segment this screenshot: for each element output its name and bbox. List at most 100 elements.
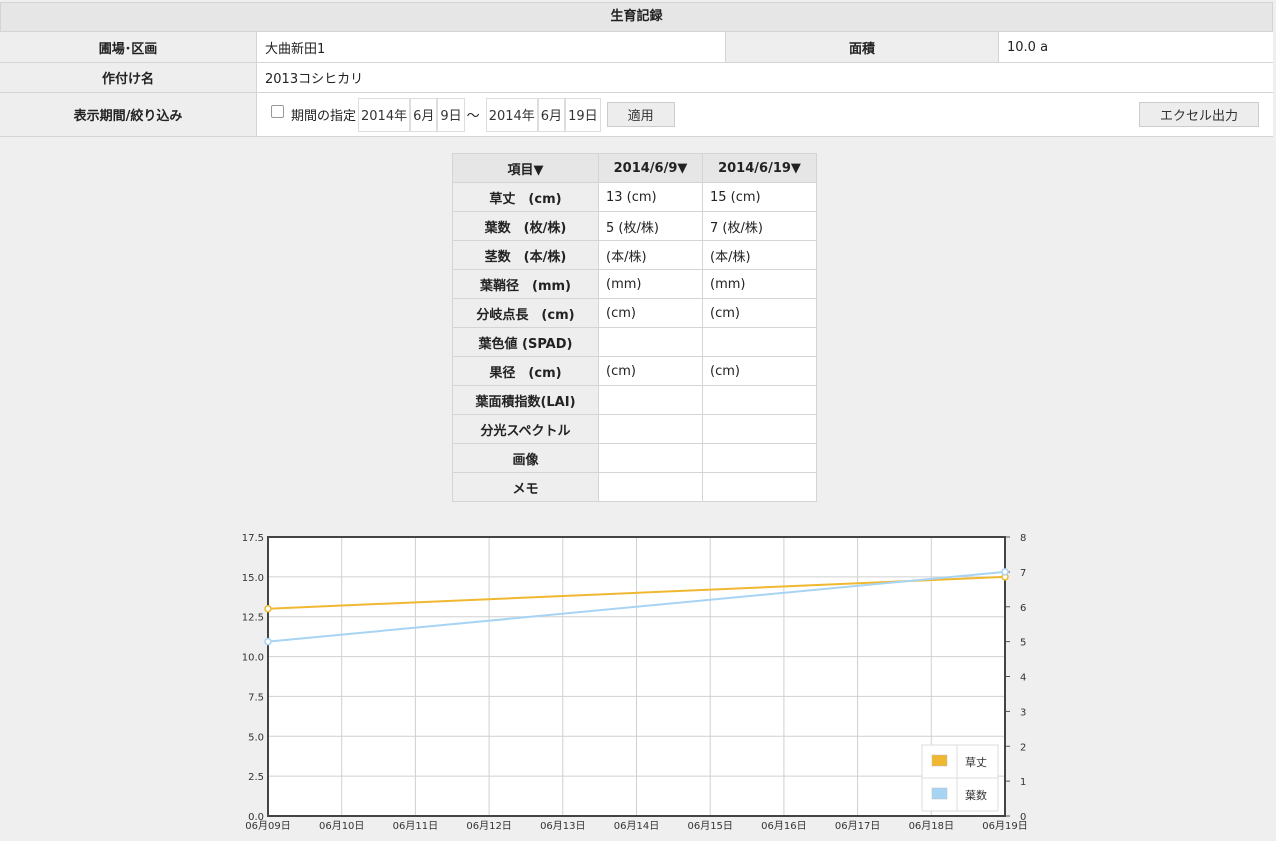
x-tick-label: 06月17日 [835,820,880,832]
x-tick-label: 06月14日 [614,820,659,832]
y-left-tick-label: 15.0 [242,573,264,584]
table-row: 分光スペクトル [452,414,817,444]
end-day-select[interactable]: 19日 [565,97,601,132]
y-right-tick-label: 3 [1020,707,1026,718]
y-left-tick-label: 7.5 [248,692,264,703]
table-row: メモ [452,472,817,502]
period-checkbox-label: 期間の指定 [291,109,357,124]
start-month-select[interactable]: 6月 [410,97,438,132]
row-value: (cm) [702,356,817,386]
row-value: (cm) [702,298,817,328]
y-right-tick-label: 4 [1020,673,1026,684]
table-row: 果径 (cm) (cm) (cm) [452,356,817,386]
x-tick-label: 06月16日 [761,820,806,832]
y-right-tick-label: 7 [1020,568,1026,579]
row-value: 7 (枚/株) [702,211,817,241]
row-value: 13 (cm) [598,182,703,212]
row-value: 15 (cm) [702,182,817,212]
crop-row: 作付け名 2013コシヒカリ [0,63,1273,93]
table-row: 葉面積指数(LAI) [452,385,817,415]
row-value [702,327,817,357]
row-value [598,472,703,502]
row-value [598,327,703,357]
field-row: 圃場･区画 大曲新田1 面積 10.0 a [0,32,1273,63]
growth-chart: 06月09日 06月10日 06月11日 06月12日 06月13日 06月14日 06月1… [242,533,1028,832]
legend-swatch [931,754,948,767]
crop-label: 作付け名 [0,63,257,92]
date1-sort-header[interactable]: 2014/6/9▼ [598,153,703,183]
row-label: 葉数 (枚/株) [452,211,599,241]
series-point [264,637,272,646]
page-title: 生育記録 [0,2,1273,32]
table-row: 葉色値 (SPAD) [452,327,817,357]
x-tick-label: 06月15日 [687,820,732,832]
row-value: (cm) [598,356,703,386]
row-label: メモ [452,472,599,502]
row-label: 葉面積指数(LAI) [452,385,599,415]
period-row: 表示期間/絞り込み 期間の指定 2014年 6月 9日 〜 2014年 6月 19日 適… [0,93,1273,137]
y-right-tick-label: 6 [1020,603,1026,614]
row-label: 茎数 (本/株) [452,240,599,270]
item-sort-header[interactable]: 項目▼ [452,153,599,183]
row-value [598,385,703,415]
period-controls: 期間の指定 2014年 6月 9日 〜 2014年 6月 19日 適用 エクセル出力 [257,93,1273,136]
row-value: (mm) [702,269,817,299]
start-year-select[interactable]: 2014年 [358,97,411,132]
table-row: 画像 [452,443,817,473]
table-row: 葉数 (枚/株) 5 (枚/株) 7 (枚/株) [452,211,817,241]
row-value [702,443,817,473]
y-right-tick-label: 5 [1020,638,1026,649]
row-value: 5 (枚/株) [598,211,703,241]
row-label: 分光スペクトル [452,414,599,444]
series-point [264,604,272,613]
y-left-tick-label: 2.5 [248,772,264,783]
period-tilde: 〜 [466,109,480,124]
series-point [1001,568,1009,576]
apply-button[interactable]: 適用 [606,102,675,127]
legend-label: 葉数 [965,788,987,802]
row-label: 草丈 (cm) [452,182,599,212]
row-value: (cm) [598,298,703,328]
area-value: 10.0 a [999,32,1273,62]
excel-export-button[interactable]: エクセル出力 [1139,102,1259,127]
y-right-tick-label: 8 [1020,533,1026,544]
row-value: (本/株) [702,240,817,270]
y-right-tick-label: 2 [1020,742,1026,753]
legend-swatch [931,787,948,800]
x-tick-label: 06月10日 [319,820,364,832]
y-left-tick-label: 0.0 [248,812,264,823]
y-left-tick-label: 12.5 [242,613,264,624]
x-tick-label: 06月11日 [393,820,438,832]
row-label: 葉鞘径 (mm) [452,269,599,299]
y-left-tick-label: 10.0 [242,653,264,664]
table-row: 草丈 (cm) 13 (cm) 15 (cm) [452,182,817,212]
period-checkbox[interactable] [271,105,284,118]
y-left-tick-label: 5.0 [248,732,264,743]
date2-sort-header[interactable]: 2014/6/19▼ [702,153,817,183]
x-tick-label: 06月18日 [909,820,954,832]
row-value [598,443,703,473]
y-left-tick-label: 17.5 [242,533,264,544]
field-value: 大曲新田1 [257,32,726,62]
row-label: 果径 (cm) [452,356,599,386]
table-row: 分岐点長 (cm) (cm) (cm) [452,298,817,328]
row-value: (本/株) [598,240,703,270]
start-day-select[interactable]: 9日 [437,97,465,132]
period-label: 表示期間/絞り込み [0,93,257,136]
table-row: 葉鞘径 (mm) (mm) (mm) [452,269,817,299]
legend-label: 草丈 [965,756,987,769]
row-value [598,414,703,444]
row-value [702,414,817,444]
crop-value: 2013コシヒカリ [257,63,1273,92]
row-value: (mm) [598,269,703,299]
end-year-select[interactable]: 2014年 [485,97,538,132]
x-tick-label: 06月12日 [466,820,511,832]
table-header-row: 項目▼ 2014/6/9▼ 2014/6/19▼ [452,153,817,183]
y-right-tick-label: 1 [1020,777,1026,788]
x-tick-label: 06月13日 [540,820,585,832]
growth-table: 項目▼ 2014/6/9▼ 2014/6/19▼ 草丈 (cm) 13 (cm) 1… [452,153,817,502]
table-row: 茎数 (本/株) (本/株) (本/株) [452,240,817,270]
y-right-tick-label: 0 [1020,812,1026,823]
end-month-select[interactable]: 6月 [537,97,566,132]
row-label: 分岐点長 (cm) [452,298,599,328]
